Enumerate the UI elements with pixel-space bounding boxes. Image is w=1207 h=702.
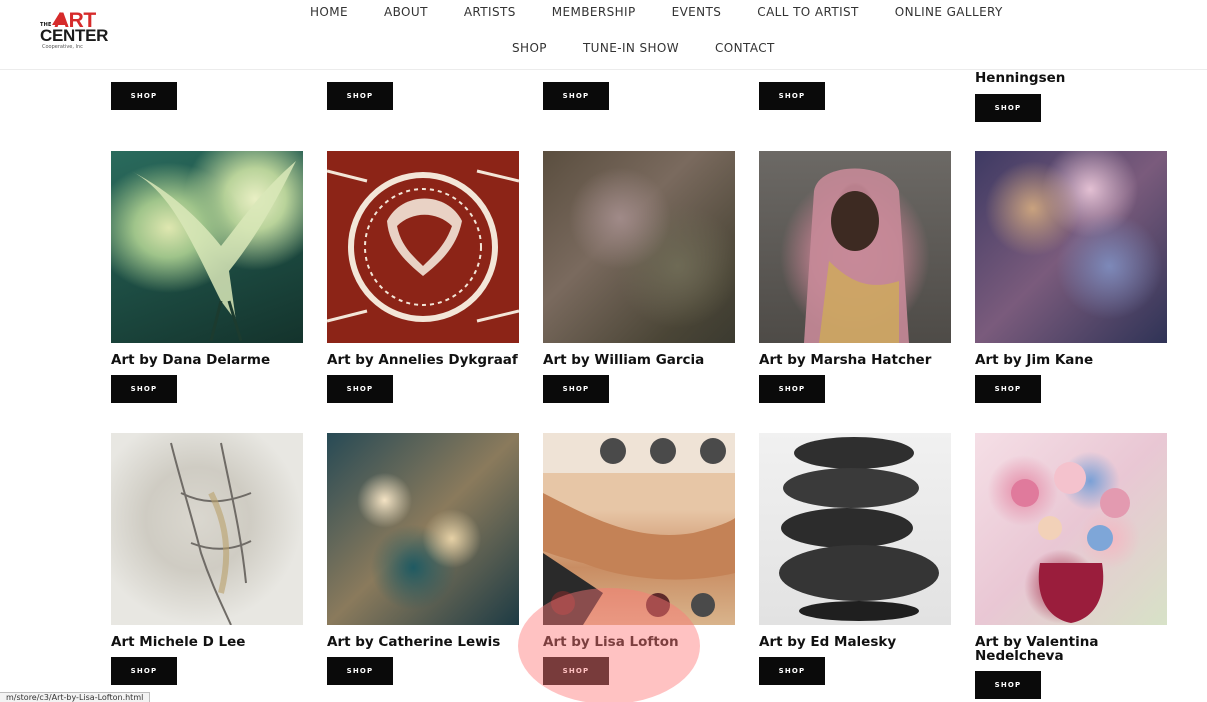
nav-call-to-artist[interactable]: CALL TO ARTIST — [757, 5, 858, 19]
woodcut-print-icon — [327, 169, 519, 323]
portrait-painting-icon — [804, 168, 909, 343]
shop-button[interactable]: SHOP — [975, 671, 1041, 699]
nav-membership[interactable]: MEMBERSHIP — [552, 5, 636, 19]
nav-contact[interactable]: CONTACT — [715, 41, 775, 55]
product-card: Art by William Garcia SHOP — [543, 151, 735, 403]
partial-product-3: SHOP — [543, 82, 609, 110]
apples-and-feet-painting-icon — [543, 433, 735, 625]
nav-artists[interactable]: ARTISTS — [464, 5, 516, 19]
main-nav-row-2: SHOP TUNE-IN SHOW CONTACT — [512, 41, 811, 55]
product-card: Art by Dana Delarme SHOP — [111, 151, 303, 403]
product-card: Art by Valentina Nedelcheva SHOP — [975, 433, 1167, 699]
product-card: Art by Ed Malesky SHOP — [759, 433, 951, 685]
product-card: Art by Annelies Dykgraaf SHOP — [327, 151, 519, 403]
shop-button[interactable]: SHOP — [327, 657, 393, 685]
product-title[interactable]: Art by William Garcia — [543, 353, 735, 367]
shop-button[interactable]: SHOP — [543, 657, 609, 685]
product-image[interactable] — [327, 151, 519, 343]
figure-sketch-icon — [170, 442, 252, 625]
status-url: m/store/c3/Art-by-Lisa-Lofton.html — [0, 692, 151, 702]
product-card: Art by Lisa Lofton SHOP — [543, 433, 735, 685]
product-card: Art by Catherine Lewis SHOP — [327, 433, 519, 685]
nav-home[interactable]: HOME — [310, 5, 348, 19]
partial-product-2: SHOP — [327, 82, 393, 110]
nav-about[interactable]: ABOUT — [384, 5, 428, 19]
product-image[interactable] — [327, 433, 519, 625]
product-title[interactable]: Art by Valentina Nedelcheva — [975, 635, 1167, 663]
logo-center: CENTER — [40, 26, 109, 45]
product-title[interactable]: Art by Jim Kane — [975, 353, 1167, 367]
product-image[interactable] — [759, 151, 951, 343]
shop-button[interactable]: SHOP — [327, 82, 393, 110]
site-header: THE ART CENTER Cooperative, Inc HOME ABO… — [0, 0, 1207, 70]
egret-painting-icon — [131, 161, 296, 342]
product-image[interactable] — [975, 151, 1167, 343]
product-image[interactable] — [975, 433, 1167, 625]
shop-button[interactable]: SHOP — [975, 94, 1041, 122]
partial-product-1: SHOP — [111, 82, 177, 110]
main-nav-row-1: HOME ABOUT ARTISTS MEMBERSHIP EVENTS CAL… — [310, 5, 1039, 19]
product-title[interactable]: Art by Catherine Lewis — [327, 635, 519, 649]
flower-vase-painting-icon — [1011, 462, 1130, 623]
stacked-stones-icon — [779, 437, 939, 621]
product-title[interactable]: Art by Ed Malesky — [759, 635, 951, 649]
shop-button[interactable]: SHOP — [111, 375, 177, 403]
product-title[interactable]: Art by Dana Delarme — [111, 353, 303, 367]
product-title[interactable]: Art by Marsha Hatcher — [759, 353, 951, 367]
product-card: Art by Jim Kane SHOP — [975, 151, 1167, 403]
shop-button[interactable]: SHOP — [759, 375, 825, 403]
shop-button[interactable]: SHOP — [759, 82, 825, 110]
product-image[interactable] — [759, 433, 951, 625]
partial-product-5: Henningsen SHOP — [975, 71, 1065, 122]
partial-product-4: SHOP — [759, 82, 825, 110]
nav-online-gallery[interactable]: ONLINE GALLERY — [895, 5, 1003, 19]
product-image[interactable] — [111, 433, 303, 625]
shop-button[interactable]: SHOP — [327, 375, 393, 403]
shop-button[interactable]: SHOP — [975, 375, 1041, 403]
shop-button[interactable]: SHOP — [111, 82, 177, 110]
site-logo[interactable]: THE ART CENTER Cooperative, Inc — [38, 9, 108, 53]
shop-button[interactable]: SHOP — [111, 657, 177, 685]
nav-shop[interactable]: SHOP — [512, 41, 547, 55]
nav-events[interactable]: EVENTS — [672, 5, 722, 19]
product-image[interactable] — [543, 151, 735, 343]
product-title[interactable]: Art Michele D Lee — [111, 635, 303, 649]
shop-button[interactable]: SHOP — [759, 657, 825, 685]
product-title[interactable]: Art by Annelies Dykgraaf — [327, 353, 519, 367]
product-card: Art Michele D Lee SHOP — [111, 433, 303, 685]
product-title[interactable]: Henningsen — [975, 71, 1065, 85]
product-title[interactable]: Art by Lisa Lofton — [543, 635, 735, 649]
nav-tune-in-show[interactable]: TUNE-IN SHOW — [583, 41, 679, 55]
product-image[interactable] — [543, 433, 735, 625]
shop-button[interactable]: SHOP — [543, 82, 609, 110]
shop-button[interactable]: SHOP — [543, 375, 609, 403]
logo-subtitle: Cooperative, Inc — [42, 44, 83, 50]
product-card: Art by Marsha Hatcher SHOP — [759, 151, 951, 403]
product-image[interactable] — [111, 151, 303, 343]
